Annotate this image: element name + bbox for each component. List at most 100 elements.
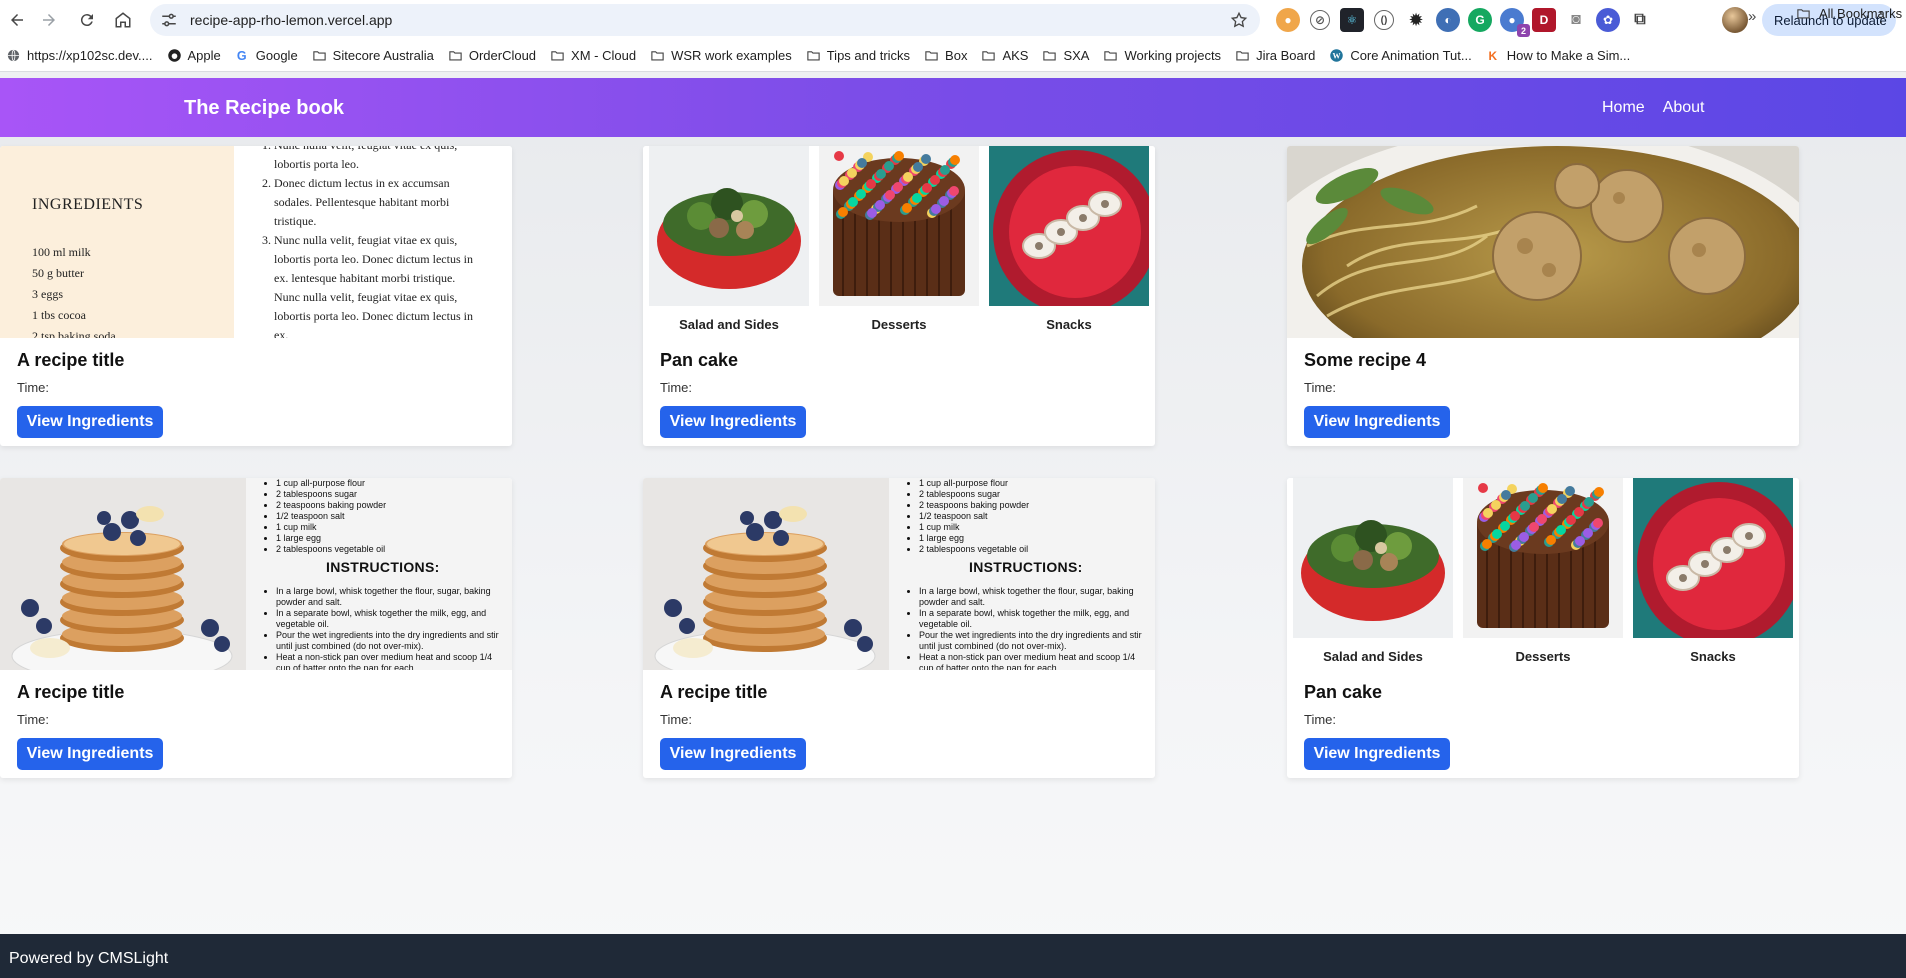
more-bookmarks-chevron-icon[interactable]: » xyxy=(1748,8,1756,25)
back-arrow-icon[interactable] xyxy=(0,3,34,37)
compass-extension-icon[interactable]: ◐ xyxy=(1436,8,1460,32)
view-ingredients-button[interactable]: View Ingredients xyxy=(660,406,806,438)
ingredient-item: 3 eggs xyxy=(32,287,63,301)
recipe-image[interactable]: 1 cup all-purpose flour2 tablespoons sug… xyxy=(643,478,1155,670)
folder-icon xyxy=(806,48,821,63)
recipe-time: Time: xyxy=(660,380,693,395)
folder-icon xyxy=(1797,9,1810,19)
address-bar[interactable]: recipe-app-rho-lemon.vercel.app xyxy=(150,4,1260,36)
bookmark-item[interactable]: Sitecore Australia xyxy=(312,48,434,63)
bookmark-item[interactable]: K How to Make a Sim... xyxy=(1486,48,1630,63)
pancake-photo xyxy=(0,478,246,670)
d-extension-icon[interactable]: D xyxy=(1532,8,1556,32)
nav-home-link[interactable]: Home xyxy=(1602,99,1645,117)
react-devtools-icon[interactable]: ⚛ xyxy=(1340,8,1364,32)
recipe-image[interactable] xyxy=(1287,146,1799,338)
url-text[interactable]: recipe-app-rho-lemon.vercel.app xyxy=(190,12,392,28)
recipe-card: ​ INGREDIENTS 100 ml milk50 g butter3 eg… xyxy=(0,146,512,446)
recipe-title: A recipe title xyxy=(17,682,125,702)
reload-icon[interactable] xyxy=(70,3,104,37)
bookmark-label: Google xyxy=(255,48,298,63)
recipe-time: Time: xyxy=(660,712,693,727)
category-tile: Salad and Sides xyxy=(1293,478,1453,670)
category-tile: Desserts xyxy=(819,146,979,338)
category-label: Desserts xyxy=(871,317,927,332)
bookmark-item[interactable]: Apple xyxy=(167,48,221,63)
bookmark-label: Jira Board xyxy=(1256,48,1316,63)
profile-avatar[interactable] xyxy=(1722,7,1748,33)
site-header: The Recipe book Home About xyxy=(0,78,1906,137)
bookmark-item[interactable]: Tips and tricks xyxy=(806,48,910,63)
bookmark-item[interactable]: https://xp102sc.dev.... xyxy=(6,48,153,63)
step-item: Nunc nulla velit, feugiat vitae ex quis,… xyxy=(274,231,484,338)
code-extension-icon[interactable]: () xyxy=(1374,10,1394,30)
bookmark-label: Working projects xyxy=(1124,48,1222,63)
ingredient-item: 100 ml milk xyxy=(32,245,91,259)
cookie-extension-icon[interactable]: ● xyxy=(1276,8,1300,32)
grammarly-icon[interactable]: G xyxy=(1468,8,1492,32)
step-item: Heat a non-stick pan over medium heat an… xyxy=(919,652,1147,670)
bookmark-item[interactable]: Box xyxy=(924,48,967,63)
step-item: In a separate bowl, whisk together the m… xyxy=(276,608,504,630)
bookmark-item[interactable]: Working projects xyxy=(1103,48,1221,63)
bookmark-star-icon[interactable] xyxy=(1230,11,1248,29)
meatball-soup-photo xyxy=(1287,146,1799,338)
recipe-time: Time: xyxy=(1304,712,1337,727)
recipe-card: Salad and Sides Desserts Snacks Pan cake… xyxy=(1287,478,1799,778)
pancake-recipe-text: 1 cup all-purpose flour2 tablespoons sug… xyxy=(889,478,1155,670)
recipe-image[interactable]: ​ INGREDIENTS 100 ml milk50 g butter3 eg… xyxy=(0,146,512,338)
ingredient-item: 1 large egg xyxy=(919,533,1147,544)
bookmark-label: OrderCloud xyxy=(468,48,537,63)
view-ingredients-button[interactable]: View Ingredients xyxy=(17,406,163,438)
bookmark-item[interactable]: W Core Animation Tut... xyxy=(1329,48,1472,63)
view-ingredients-button[interactable]: View Ingredients xyxy=(660,738,806,770)
site-settings-icon[interactable] xyxy=(160,11,178,29)
pancake-recipe-text: 1 cup all-purpose flour2 tablespoons sug… xyxy=(246,478,512,670)
recipe-image[interactable]: Salad and Sides Desserts Snacks xyxy=(643,146,1155,338)
block-extension-icon[interactable]: ⊘ xyxy=(1310,10,1330,30)
apple-icon xyxy=(167,48,182,63)
extension-badge: 2 xyxy=(1517,24,1530,37)
view-ingredients-button[interactable]: View Ingredients xyxy=(1304,738,1450,770)
recipe-image[interactable]: 1 cup all-purpose flour2 tablespoons sug… xyxy=(0,478,512,670)
bookmark-item[interactable]: Jira Board xyxy=(1235,48,1315,63)
gear-extension-icon[interactable]: ✹ xyxy=(1404,8,1428,32)
wordpress-icon: W xyxy=(1329,48,1344,63)
bookmark-item[interactable]: G Google xyxy=(235,48,298,63)
recipe-image[interactable]: Salad and Sides Desserts Snacks xyxy=(1287,478,1799,670)
extensions-row: ● ⊘ ⚛ () ✹ ◐ G ● 2 D ◙ ✿ ⧉ xyxy=(1276,8,1652,37)
recipe-card: 1 cup all-purpose flour2 tablespoons sug… xyxy=(0,478,512,778)
view-ingredients-button[interactable]: View Ingredients xyxy=(1304,406,1450,438)
category-label: Salad and Sides xyxy=(679,317,779,332)
camera-extension-icon[interactable]: ◙ xyxy=(1564,8,1588,32)
puzzle-extensions-icon[interactable]: ⧉ xyxy=(1628,8,1652,32)
bookmark-label: Sitecore Australia xyxy=(332,48,434,63)
multi-extension-icon[interactable]: ● 2 xyxy=(1500,8,1530,37)
recipe-time: Time: xyxy=(17,712,50,727)
forward-arrow-icon[interactable] xyxy=(32,3,66,37)
recipe-card: Some recipe 4 Time: View Ingredients xyxy=(1287,146,1799,446)
flower-extension-icon[interactable]: ✿ xyxy=(1596,8,1620,32)
home-icon[interactable] xyxy=(106,3,140,37)
pancake-photo xyxy=(643,478,889,670)
categories-image: Salad and Sides Desserts Snacks xyxy=(1287,478,1799,670)
view-ingredients-button[interactable]: View Ingredients xyxy=(17,738,163,770)
bookmark-item[interactable]: XM - Cloud xyxy=(550,48,636,63)
bookmark-item[interactable]: AKS xyxy=(981,48,1028,63)
step-item: In a large bowl, whisk together the flou… xyxy=(276,586,504,608)
step-item: In a separate bowl, whisk together the m… xyxy=(919,608,1147,630)
bookmark-item[interactable]: OrderCloud xyxy=(448,48,536,63)
folder-icon xyxy=(312,48,327,63)
ingredient-item: 1 cup milk xyxy=(919,522,1147,533)
page: The Recipe book Home About ​ INGREDIENTS… xyxy=(0,78,1906,978)
all-bookmarks-button[interactable]: All Bookmarks xyxy=(1796,6,1902,21)
bookmark-item[interactable]: SXA xyxy=(1042,48,1089,63)
nav-about-link[interactable]: About xyxy=(1663,99,1705,117)
bookmark-item[interactable]: WSR work examples xyxy=(650,48,792,63)
step-item: Heat a non-stick pan over medium heat an… xyxy=(276,652,504,670)
google-icon: G xyxy=(235,48,250,63)
site-title[interactable]: The Recipe book xyxy=(184,97,344,120)
ingredient-item: 2 tablespoons sugar xyxy=(276,489,504,500)
recipe-title: Some recipe 4 xyxy=(1304,350,1427,370)
instructions-heading: INSTRUCTIONS: xyxy=(969,559,1083,575)
